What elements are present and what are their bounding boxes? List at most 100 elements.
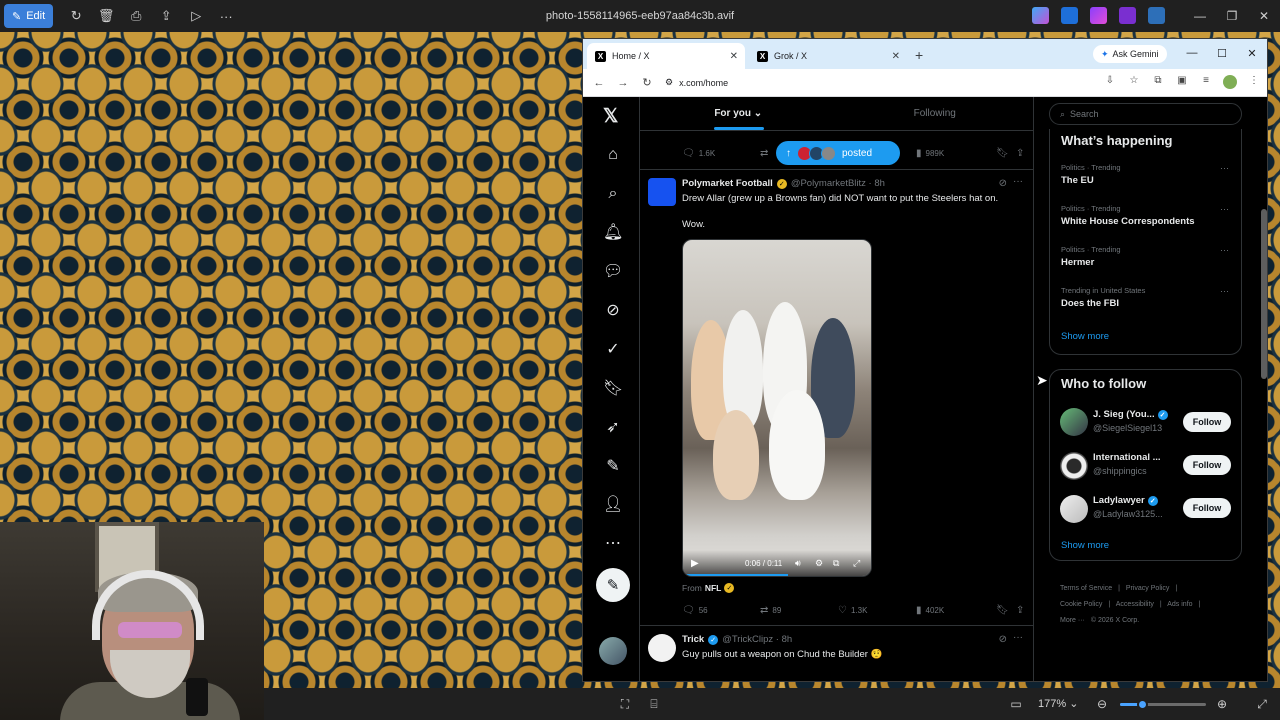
repost-action[interactable]: ⇄ — [760, 148, 768, 159]
minimize-icon[interactable]: — — [1184, 0, 1216, 32]
play-icon[interactable]: ▶ — [691, 558, 699, 569]
tab-home-x[interactable]: X Home / X ✕ — [587, 43, 745, 69]
reload-icon[interactable]: ↻ — [635, 76, 659, 89]
restore-icon[interactable]: ❐ — [1216, 0, 1248, 32]
trend-name[interactable]: Does the FBI — [1061, 298, 1119, 309]
follow-avatar[interactable] — [1060, 452, 1088, 480]
video-progress[interactable] — [683, 574, 788, 576]
trend-name[interactable]: The EU — [1061, 175, 1094, 186]
notifications-icon[interactable]: 🔔︎ — [603, 223, 623, 243]
post-author-name[interactable]: Trick — [682, 634, 704, 645]
grok-icon[interactable]: ⊘ — [603, 301, 623, 321]
media-icon[interactable]: ≡ — [1199, 75, 1213, 89]
bookmark-action[interactable]: 🔖︎ — [996, 148, 1009, 159]
post-more-icon[interactable]: ··· — [1013, 632, 1023, 643]
post[interactable]: Trick ✓ @TrickClipz · 8h ⊘ ··· Guy pulls… — [640, 625, 1033, 681]
cloud-icon[interactable] — [1148, 7, 1165, 24]
copilot-icon[interactable] — [1032, 7, 1049, 24]
share-action[interactable]: ⇪ — [1016, 605, 1024, 616]
profile-avatar[interactable] — [1223, 75, 1237, 89]
pip-icon[interactable]: ⧉ — [833, 558, 839, 569]
more-icon[interactable]: ⋯ — [603, 534, 623, 554]
app-violet-icon[interactable] — [1119, 7, 1136, 24]
delete-icon[interactable]: 🗑 — [91, 4, 121, 28]
explore-icon[interactable]: ⌕ — [603, 184, 623, 204]
tab-for-you[interactable]: For you ⌄ — [640, 97, 837, 130]
trends-show-more-link[interactable]: Show more — [1061, 331, 1109, 342]
sidebar-icon[interactable]: ▣ — [1175, 75, 1189, 89]
post-more-icon[interactable]: ··· — [1013, 176, 1023, 187]
zoom-level[interactable]: 177% ⌄ — [1038, 697, 1078, 710]
fullscreen-icon[interactable]: ⤢ — [853, 558, 860, 569]
compose-post-button[interactable]: ✎ — [596, 568, 630, 602]
trend-more-icon[interactable]: ··· — [1220, 163, 1229, 173]
fit-to-window-icon[interactable]: ▭ — [1008, 696, 1024, 712]
forward-icon[interactable]: → — [611, 77, 635, 89]
follow-button[interactable]: Follow — [1183, 412, 1231, 432]
volume-icon[interactable]: 🔊︎ — [795, 558, 801, 569]
profile-icon[interactable]: 👤︎ — [603, 495, 623, 515]
maximize-icon[interactable]: ☐ — [1207, 41, 1237, 65]
footer-cookie-link[interactable]: Cookie Policy — [1060, 601, 1102, 608]
extensions-icon[interactable]: ⧉ — [1151, 75, 1165, 89]
share-icon[interactable]: ⇪ — [151, 4, 181, 28]
lists-icon[interactable]: ✎ — [603, 457, 623, 477]
bookmarks-icon[interactable]: 🔖︎ — [603, 379, 623, 399]
back-icon[interactable]: ← — [587, 77, 611, 89]
post-avatar[interactable] — [648, 178, 676, 206]
reply-action[interactable]: 🗨︎ 56 — [682, 605, 708, 616]
share-action[interactable]: ⇪ — [1016, 148, 1024, 159]
zoom-out-icon[interactable]: ⊖ — [1094, 696, 1110, 712]
footer-ads-link[interactable]: Ads info — [1167, 601, 1192, 608]
minimize-icon[interactable]: — — [1177, 41, 1207, 65]
post[interactable]: Polymarket Football ✓ @PolymarketBlitz ·… — [640, 169, 1033, 625]
expand-icon[interactable]: ⤢ — [1254, 696, 1270, 712]
crop-icon[interactable]: ⛶ — [617, 696, 633, 712]
post-author-handle[interactable]: @TrickClipz · 8h — [722, 634, 792, 645]
follow-avatar[interactable] — [1060, 495, 1088, 523]
post-author-name[interactable]: Polymarket Football — [682, 178, 773, 189]
footer-privacy-link[interactable]: Privacy Policy — [1126, 585, 1170, 592]
bookmark-action[interactable]: 🔖︎ — [996, 605, 1009, 616]
bookmark-star-icon[interactable]: ☆ — [1127, 75, 1141, 89]
edit-button[interactable]: ✎ Edit — [4, 4, 54, 28]
follow-button[interactable]: Follow — [1183, 498, 1231, 518]
slideshow-icon[interactable]: ▷ — [181, 4, 211, 28]
app-blue-icon[interactable] — [1061, 7, 1078, 24]
tab-following[interactable]: Following — [837, 97, 1034, 130]
footer-terms-link[interactable]: Terms of Service — [1060, 585, 1112, 592]
more-options-icon[interactable]: ··· — [211, 4, 241, 28]
follow-name[interactable]: International ... — [1093, 452, 1161, 463]
footer-more-link[interactable]: More ··· — [1060, 617, 1085, 624]
views-action[interactable]: ▮ 989K — [916, 148, 944, 159]
zoom-slider-thumb[interactable] — [1137, 699, 1149, 710]
rotate-icon[interactable]: ↻ — [61, 4, 91, 28]
zoom-in-icon[interactable]: ⊕ — [1214, 696, 1230, 712]
follow-button[interactable]: Follow — [1183, 455, 1231, 475]
close-icon[interactable]: ✕ — [1237, 41, 1267, 65]
close-tab-icon[interactable]: ✕ — [730, 51, 738, 62]
grok-explain-icon[interactable]: ⊘ — [999, 178, 1007, 189]
like-action[interactable]: ♡ 1.3K — [838, 605, 867, 616]
follow-show-more-link[interactable]: Show more — [1061, 540, 1109, 551]
trend-more-icon[interactable]: ··· — [1220, 286, 1229, 296]
follow-avatar[interactable] — [1060, 408, 1088, 436]
close-icon[interactable]: ✕ — [1248, 0, 1280, 32]
visual-search-icon[interactable]: ⌸ — [646, 696, 662, 712]
footer-accessibility-link[interactable]: Accessibility — [1116, 601, 1154, 608]
install-app-icon[interactable]: ⇩ — [1103, 75, 1117, 89]
settings-icon[interactable]: ⚙ — [815, 558, 823, 569]
x-logo-icon[interactable]: 𝕏 — [603, 105, 618, 128]
account-avatar[interactable] — [599, 637, 627, 665]
trend-more-icon[interactable]: ··· — [1220, 245, 1229, 255]
ask-gemini-button[interactable]: ✦ Ask Gemini — [1093, 45, 1167, 63]
premium-icon[interactable]: ➶ — [603, 418, 623, 438]
print-icon[interactable]: ⎙ — [121, 4, 151, 28]
grok-explain-icon[interactable]: ⊘ — [999, 634, 1007, 645]
post-avatar[interactable] — [648, 634, 676, 662]
follow-name[interactable]: Ladylawyer ✓ — [1093, 495, 1158, 506]
site-info-icon[interactable]: ⚙ — [665, 77, 673, 88]
new-posts-pill[interactable]: ↑ posted — [776, 141, 900, 165]
address-bar[interactable]: ⚙ x.com/home — [665, 77, 728, 88]
trend-more-icon[interactable]: ··· — [1220, 204, 1229, 214]
